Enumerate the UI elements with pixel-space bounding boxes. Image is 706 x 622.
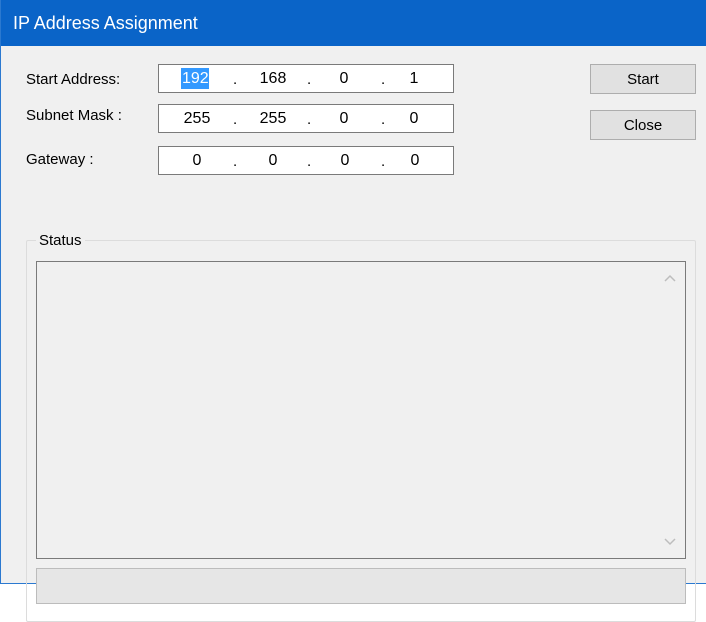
octet-separator: . xyxy=(307,111,312,128)
subnet-mask-octet-1[interactable]: 255 xyxy=(179,108,215,129)
octet-separator: . xyxy=(233,71,238,88)
octet-separator: . xyxy=(233,153,238,170)
start-address-field[interactable]: 192 . 168 . 0 . 1 xyxy=(158,64,454,93)
octet-separator: . xyxy=(381,153,386,170)
subnet-mask-label: Subnet Mask : xyxy=(26,107,122,124)
chevron-down-icon[interactable] xyxy=(663,534,677,548)
gateway-octet-2[interactable]: 0 xyxy=(261,150,285,171)
octet-separator: . xyxy=(381,111,386,128)
gateway-octet-3[interactable]: 0 xyxy=(333,150,357,171)
window-title: IP Address Assignment xyxy=(13,13,198,33)
progress-bar xyxy=(36,568,686,604)
octet-separator: . xyxy=(233,111,238,128)
gateway-octet-4[interactable]: 0 xyxy=(403,150,427,171)
gateway-label: Gateway : xyxy=(26,151,94,168)
start-address-octet-4[interactable]: 1 xyxy=(399,68,429,89)
start-address-octet-3[interactable]: 0 xyxy=(329,68,359,89)
status-text xyxy=(41,265,655,555)
start-address-octet-2[interactable]: 168 xyxy=(255,68,291,89)
dialog-client-area: Start Address: 192 . 168 . 0 . 1 Subnet … xyxy=(2,46,706,622)
start-address-label: Start Address: xyxy=(26,71,121,88)
start-address-octet-1[interactable]: 192 xyxy=(181,68,209,89)
octet-separator: . xyxy=(307,153,312,170)
gateway-field[interactable]: 0 . 0 . 0 . 0 xyxy=(158,146,454,175)
close-button[interactable]: Close xyxy=(590,110,696,140)
status-textbox[interactable] xyxy=(36,261,686,559)
start-button[interactable]: Start xyxy=(590,64,696,94)
subnet-mask-field[interactable]: 255 . 255 . 0 . 0 xyxy=(158,104,454,133)
subnet-mask-octet-3[interactable]: 0 xyxy=(329,108,359,129)
title-bar[interactable]: IP Address Assignment xyxy=(1,0,706,46)
status-group-label: Status xyxy=(36,232,85,250)
gateway-octet-1[interactable]: 0 xyxy=(185,150,209,171)
octet-separator: . xyxy=(381,71,386,88)
octet-separator: . xyxy=(307,71,312,88)
chevron-up-icon[interactable] xyxy=(663,272,677,286)
subnet-mask-octet-4[interactable]: 0 xyxy=(399,108,429,129)
ip-assignment-window: IP Address Assignment Start Address: 192… xyxy=(0,0,706,622)
subnet-mask-octet-2[interactable]: 255 xyxy=(255,108,291,129)
